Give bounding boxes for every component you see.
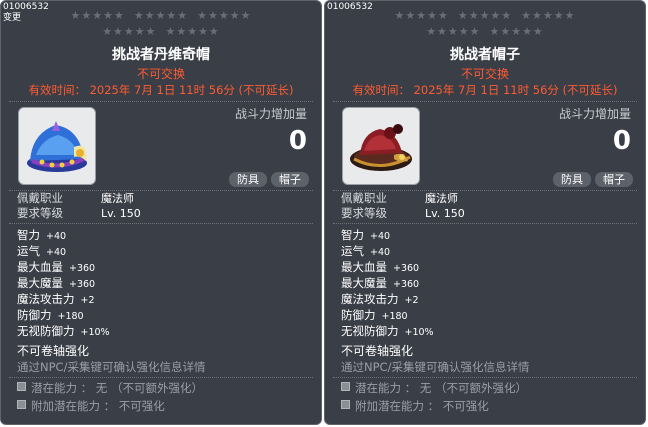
stat-value: +360 <box>393 279 420 290</box>
divider <box>333 101 637 102</box>
item-tooltip-right: 01006532 ★★★★★ ★★★★★ ★★★★★ ★★★★★ ★★★★★ 挑… <box>324 0 646 425</box>
expiry-time: 有效时间： 2025年 7月 1日 11时 56分 (不可延长) <box>352 83 618 97</box>
npc-enhance-note: 通过NPC/采集键可确认强化信息详情 <box>17 360 206 374</box>
level-requirement: 要求等级 Lv. 150 <box>17 206 141 221</box>
tag-armor: 防具 <box>229 172 267 187</box>
item-icon-frame <box>18 107 96 185</box>
power-increase-label: 战斗力增加量 <box>558 107 631 121</box>
bonus-potential-square-icon <box>341 400 350 409</box>
potential-square-icon <box>17 382 26 391</box>
job-label: 佩戴职业 <box>341 191 387 205</box>
stat-name: 运气 <box>17 244 40 258</box>
stat-value: +180 <box>381 311 408 322</box>
item-name: 挑战者帽子 <box>450 47 520 63</box>
stat-name: 魔法攻击力 <box>17 292 75 306</box>
item-icon-frame <box>342 107 420 185</box>
stat-name: 无视防御力 <box>341 324 399 338</box>
star-force-row-2: ★★★★★ ★★★★★ <box>102 25 220 38</box>
divider <box>9 377 313 378</box>
level-requirement: 要求等级 Lv. 150 <box>341 206 465 221</box>
stat-value: +10% <box>404 327 434 338</box>
star-force-row-1: ★★★★★ ★★★★★ ★★★★★ <box>70 9 252 22</box>
star-force-row-1: ★★★★★ ★★★★★ ★★★★★ <box>394 9 576 22</box>
potential-square-icon <box>341 382 350 391</box>
stat-row: 无视防御力 +10% <box>17 323 110 341</box>
star-force-row-2: ★★★★★ ★★★★★ <box>426 25 544 38</box>
red-hat-icon <box>350 124 412 171</box>
item-tooltip-left: 01006532 变更 ★★★★★ ★★★★★ ★★★★★ ★★★★★ ★★★★… <box>0 0 322 425</box>
stat-name: 最大血量 <box>341 260 387 274</box>
stat-value: +40 <box>46 231 67 242</box>
stat-name: 最大魔量 <box>17 276 63 290</box>
level-label: 要求等级 <box>341 206 387 220</box>
power-increase-value: 0 <box>288 126 307 156</box>
level-value: Lv. 150 <box>101 207 141 220</box>
bonus-potential-row: 附加潜在能力 ： 不可强化 <box>17 398 165 414</box>
no-scroll-notice: 不可卷轴强化 <box>17 344 90 358</box>
untradable-notice: 不可交换 <box>460 67 509 81</box>
stat-row: 无视防御力 +10% <box>341 323 434 341</box>
divider <box>9 223 313 224</box>
stat-value: +360 <box>393 263 420 274</box>
stat-name: 智力 <box>341 228 364 242</box>
stat-value: +360 <box>69 279 96 290</box>
job-requirement: 佩戴职业 魔法师 <box>341 191 458 206</box>
potential-text: 潜在能力 ： 无 （不可额外强化） <box>31 381 203 395</box>
potential-row: 潜在能力 ： 无 （不可额外强化） <box>17 380 203 396</box>
stat-value: +40 <box>370 231 391 242</box>
stat-value: +2 <box>404 295 419 306</box>
stat-value: +2 <box>80 295 95 306</box>
bonus-potential-text: 附加潜在能力 ： 不可强化 <box>31 399 165 413</box>
stat-name: 防御力 <box>341 308 376 322</box>
divider <box>9 101 313 102</box>
potential-text: 潜在能力 ： 无 （不可额外强化） <box>355 381 527 395</box>
level-label: 要求等级 <box>17 206 63 220</box>
job-value: 魔法师 <box>425 192 458 205</box>
untradable-notice: 不可交换 <box>136 67 185 81</box>
stat-value: +360 <box>69 263 96 274</box>
stat-name: 运气 <box>341 244 364 258</box>
stat-name: 智力 <box>17 228 40 242</box>
job-label: 佩戴职业 <box>17 191 63 205</box>
stat-name: 最大魔量 <box>341 276 387 290</box>
stat-name: 防御力 <box>17 308 52 322</box>
no-scroll-notice: 不可卷轴强化 <box>341 344 414 358</box>
stat-value: +180 <box>57 311 84 322</box>
job-value: 魔法师 <box>101 192 134 205</box>
item-name: 挑战者丹维奇帽 <box>112 47 210 63</box>
stat-name: 魔法攻击力 <box>341 292 399 306</box>
divider <box>333 223 637 224</box>
divider <box>333 377 637 378</box>
stat-name: 无视防御力 <box>17 324 75 338</box>
blue-hat-icon <box>27 121 87 172</box>
bonus-potential-row: 附加潜在能力 ： 不可强化 <box>341 398 489 414</box>
stat-value: +40 <box>370 247 391 258</box>
stat-name: 最大血量 <box>17 260 63 274</box>
tag-hat: 帽子 <box>595 172 633 187</box>
bonus-potential-text: 附加潜在能力 ： 不可强化 <box>355 399 489 413</box>
tag-armor: 防具 <box>553 172 591 187</box>
expiry-time: 有效时间： 2025年 7月 1日 11时 56分 (不可延长) <box>28 83 294 97</box>
stat-value: +40 <box>46 247 67 258</box>
stat-value: +10% <box>80 327 110 338</box>
job-requirement: 佩戴职业 魔法师 <box>17 191 134 206</box>
power-increase-value: 0 <box>612 126 631 156</box>
level-value: Lv. 150 <box>425 207 465 220</box>
potential-row: 潜在能力 ： 无 （不可额外强化） <box>341 380 527 396</box>
power-increase-label: 战斗力增加量 <box>234 107 307 121</box>
npc-enhance-note: 通过NPC/采集键可确认强化信息详情 <box>341 360 530 374</box>
bonus-potential-square-icon <box>17 400 26 409</box>
tag-hat: 帽子 <box>271 172 309 187</box>
